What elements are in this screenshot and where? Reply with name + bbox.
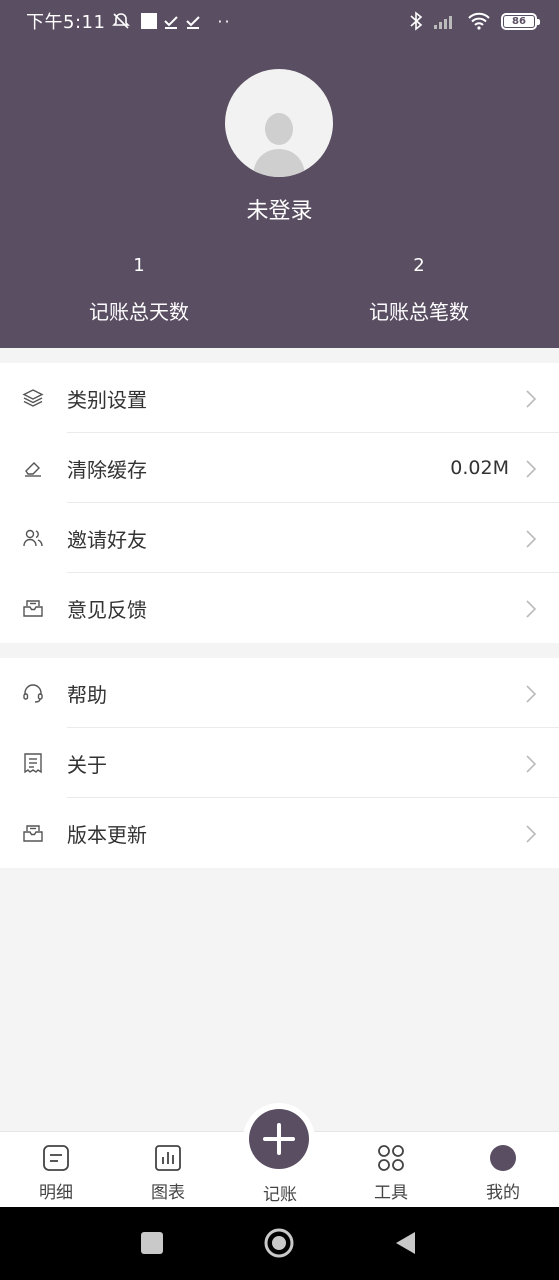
stat-total-days: 1 记账总天数 xyxy=(39,252,239,325)
chevron-right-icon xyxy=(526,460,537,478)
menu-item-about[interactable]: 关于 xyxy=(0,728,559,798)
signal-icon xyxy=(434,16,452,29)
menu-item-label: 帮助 xyxy=(67,682,107,707)
add-record-button[interactable] xyxy=(249,1109,309,1169)
nav-label: 记账 xyxy=(263,1185,297,1205)
inbox-icon xyxy=(23,600,43,617)
stat-label: 记账总笔数 xyxy=(369,300,469,324)
document-icon xyxy=(24,753,42,774)
chevron-right-icon xyxy=(526,530,537,548)
menu-item-help[interactable]: 帮助 xyxy=(0,658,559,728)
wifi-icon xyxy=(468,12,490,30)
nav-details[interactable]: 明细 xyxy=(0,1132,112,1208)
menu-item-label: 邀请好友 xyxy=(67,527,147,552)
chevron-right-icon xyxy=(526,600,537,618)
cache-size: 0.02M xyxy=(450,457,509,479)
avatar[interactable] xyxy=(225,69,333,177)
chevron-right-icon xyxy=(526,825,537,843)
status-time: 下午5:11 xyxy=(26,12,106,33)
menu-item-label: 关于 xyxy=(67,752,107,777)
eraser-icon xyxy=(25,462,41,477)
system-nav-bar xyxy=(0,1207,559,1280)
chevron-right-icon xyxy=(526,685,537,703)
menu-item-feedback[interactable]: 意见反馈 xyxy=(0,573,559,643)
layers-icon xyxy=(22,389,44,407)
menu-item-category-settings[interactable]: 类别设置 xyxy=(0,363,559,433)
user-silhouette-icon xyxy=(253,113,305,177)
battery-level: 86 xyxy=(512,15,526,27)
nav-label: 明细 xyxy=(39,1183,73,1203)
stat-value: 2 xyxy=(413,255,425,276)
more-notifications-icon: ·· xyxy=(217,11,232,31)
chevron-right-icon xyxy=(526,755,537,773)
bar-chart-icon xyxy=(155,1145,181,1171)
settings-group: 类别设置 清除缓存 0.02M 邀请好友 意见反馈 xyxy=(0,363,559,643)
profile-header: 下午5:11 ·· 86 未登录 1 记账总天数 2 记账总笔数 xyxy=(0,0,559,348)
nav-label: 我的 xyxy=(486,1183,520,1203)
app-screen: 下午5:11 ·· 86 未登录 1 记账总天数 2 记账总笔数 类别设置 清除… xyxy=(0,0,559,1280)
about-group: 帮助 关于 版本更新 xyxy=(0,658,559,868)
recents-button[interactable] xyxy=(141,1232,163,1254)
profile-dot-icon xyxy=(490,1145,516,1171)
stat-value: 1 xyxy=(133,255,145,276)
users-icon xyxy=(23,529,43,547)
headset-icon xyxy=(23,684,43,703)
menu-item-label: 意见反馈 xyxy=(67,597,147,622)
menu-item-label: 清除缓存 xyxy=(67,457,147,482)
check-download-icon xyxy=(186,16,201,29)
bluetooth-icon xyxy=(410,11,423,31)
nav-charts[interactable]: 图表 xyxy=(112,1132,224,1208)
menu-item-label: 类别设置 xyxy=(67,387,147,412)
notification-square-icon xyxy=(141,13,158,29)
plus-icon xyxy=(263,1123,295,1155)
stat-label: 记账总天数 xyxy=(89,300,189,324)
menu-item-label: 版本更新 xyxy=(67,822,147,847)
nav-mine[interactable]: 我的 xyxy=(447,1132,559,1208)
home-button[interactable] xyxy=(263,1227,295,1259)
list-icon xyxy=(43,1145,69,1171)
chevron-right-icon xyxy=(526,390,537,408)
battery-icon: 86 xyxy=(501,12,540,30)
nav-label: 工具 xyxy=(374,1183,408,1203)
nav-tools[interactable]: 工具 xyxy=(335,1132,447,1208)
login-status[interactable]: 未登录 xyxy=(0,193,559,225)
stat-total-records: 2 记账总笔数 xyxy=(319,252,519,325)
menu-item-clear-cache[interactable]: 清除缓存 0.02M xyxy=(0,433,559,503)
inbox-icon xyxy=(23,825,43,842)
menu-item-invite-friends[interactable]: 邀请好友 xyxy=(0,503,559,573)
bell-muted-icon xyxy=(112,13,131,29)
status-bar: 下午5:11 ·· 86 xyxy=(0,0,559,42)
nav-label: 图表 xyxy=(151,1183,185,1203)
check-download-icon xyxy=(164,16,179,29)
back-button[interactable] xyxy=(393,1230,417,1256)
menu-item-version-update[interactable]: 版本更新 xyxy=(0,798,559,868)
grid-icon xyxy=(378,1145,404,1171)
